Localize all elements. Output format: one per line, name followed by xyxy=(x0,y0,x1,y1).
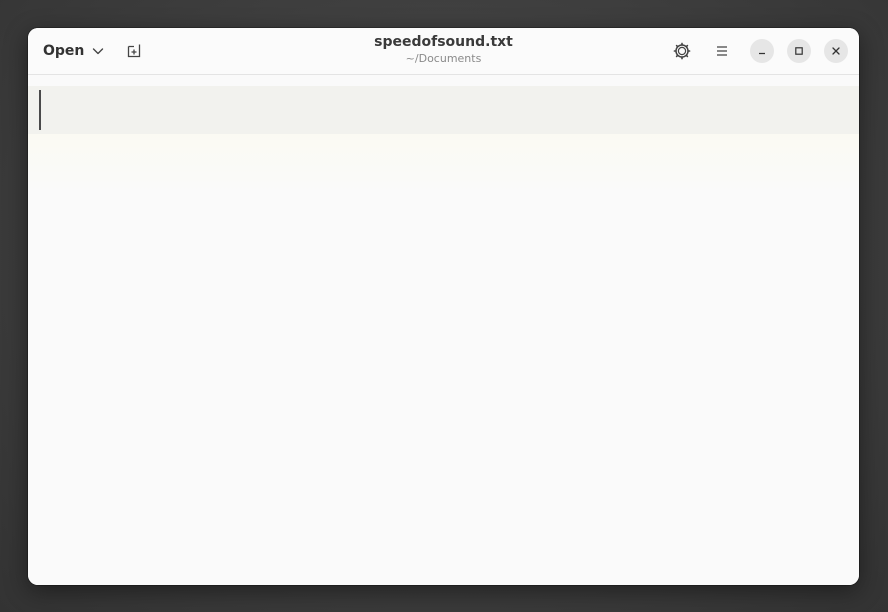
current-line-highlight xyxy=(28,86,859,134)
window-title: speedofsound.txt xyxy=(374,34,513,50)
header-bar: Open speedofsound.txt ~/Documents xyxy=(28,28,859,75)
close-button[interactable] xyxy=(824,39,848,63)
chevron-down-icon xyxy=(93,48,104,55)
minimize-icon xyxy=(759,52,765,55)
close-icon xyxy=(832,47,840,55)
text-cursor xyxy=(39,90,41,130)
gear-icon xyxy=(673,42,691,60)
minimize-button[interactable] xyxy=(750,39,774,63)
window-subtitle: ~/Documents xyxy=(405,52,482,65)
open-button[interactable]: Open xyxy=(36,36,112,66)
spell-check-button[interactable] xyxy=(667,36,697,66)
new-tab-button[interactable] xyxy=(119,36,149,66)
maximize-icon xyxy=(795,47,803,55)
main-menu-button[interactable] xyxy=(707,36,737,66)
text-editor-area[interactable] xyxy=(28,75,859,585)
title-area: speedofsound.txt ~/Documents xyxy=(328,33,559,66)
line-highlight-fade xyxy=(28,134,859,194)
maximize-button[interactable] xyxy=(787,39,811,63)
open-button-label: Open xyxy=(43,43,85,59)
text-editor-window: Open speedofsound.txt ~/Documents xyxy=(28,28,859,585)
new-tab-icon xyxy=(127,44,141,58)
hamburger-menu-icon xyxy=(717,46,727,56)
